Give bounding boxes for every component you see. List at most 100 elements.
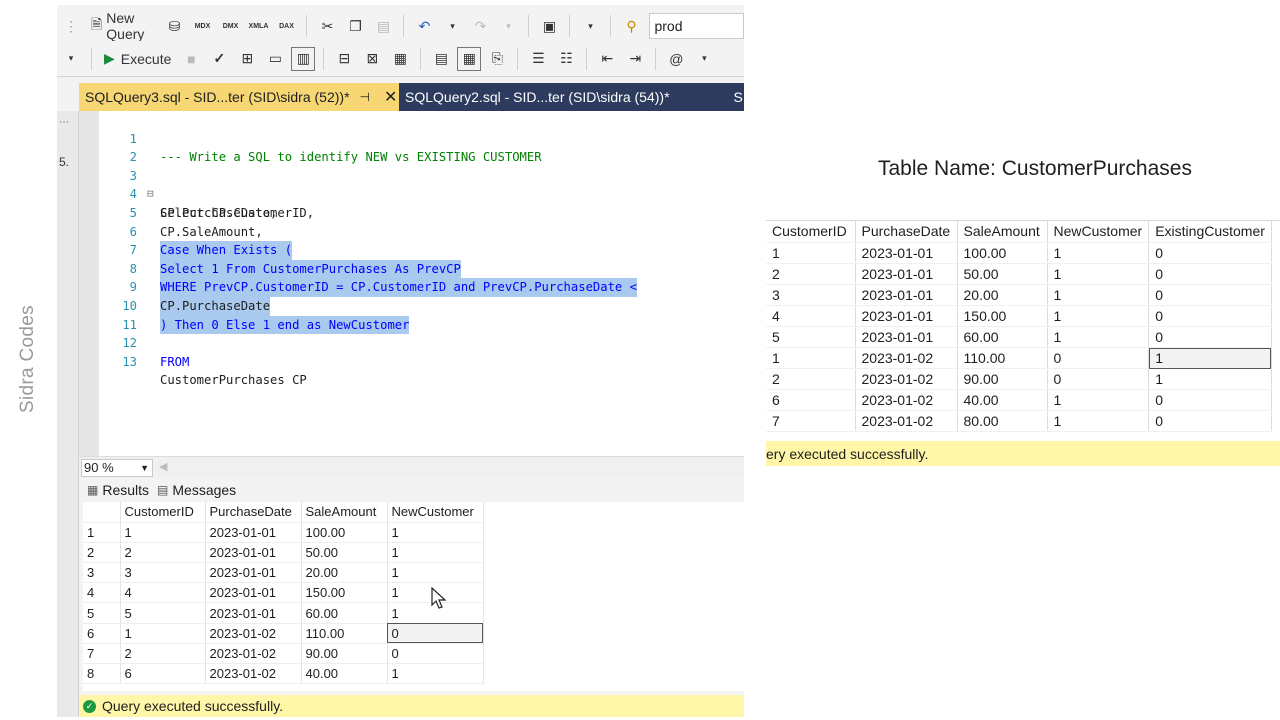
table-cell[interactable]: 2023-01-01 xyxy=(205,602,302,624)
row-number[interactable]: 8 xyxy=(83,663,121,685)
code-text: CustomerPurchases CP xyxy=(160,373,307,388)
results-grid[interactable]: CustomerID PurchaseDate SaleAmount NewCu… xyxy=(83,502,744,691)
table-cell: 0 xyxy=(1148,242,1272,264)
undo-dropdown-icon[interactable]: ▾ xyxy=(440,14,464,38)
mdx-icon[interactable]: MDX xyxy=(190,14,214,38)
overflow-icon[interactable]: ▾ xyxy=(692,47,716,71)
table-cell[interactable]: 60.00 xyxy=(301,602,388,624)
table-cell[interactable]: 1 xyxy=(387,663,484,685)
table-cell[interactable]: 90.00 xyxy=(301,643,388,665)
redo-dropdown-icon[interactable]: ▾ xyxy=(496,14,520,38)
cancel-query-icon[interactable]: ■ xyxy=(179,47,203,71)
column-header[interactable]: NewCustomer xyxy=(387,502,484,523)
row-number[interactable]: 5 xyxy=(83,602,121,624)
table-cell[interactable]: 5 xyxy=(120,602,206,624)
tab-sqlquery3[interactable]: SQLQuery3.sql - SID...ter (SID\sidra (52… xyxy=(79,83,399,111)
table-cell[interactable]: 2023-01-01 xyxy=(205,582,302,604)
cut-icon[interactable]: ✂ xyxy=(315,14,339,38)
table-cell[interactable]: 1 xyxy=(387,522,484,543)
table-cell[interactable]: 50.00 xyxy=(301,542,388,564)
estimated-plan-icon[interactable]: ⊞ xyxy=(235,47,259,71)
dax-icon[interactable]: DAX xyxy=(274,14,298,38)
specify-values-icon[interactable]: @ xyxy=(664,47,688,71)
code-line: 9 CP.PurchaseDate xyxy=(99,260,744,316)
undo-icon[interactable]: ↶ xyxy=(412,14,436,38)
row-number[interactable]: 7 xyxy=(83,643,121,665)
include-plan-icon[interactable]: ⊟ xyxy=(332,47,356,71)
solution-config-dropdown-icon[interactable]: ▾ xyxy=(578,14,602,38)
table-cell[interactable]: 2023-01-01 xyxy=(205,562,302,584)
new-query-icon: 🗎 xyxy=(91,16,103,32)
row-number[interactable]: 6 xyxy=(83,623,121,644)
zoom-select[interactable]: 90 % ▼ xyxy=(81,459,153,477)
tab-messages[interactable]: ▤ Messages xyxy=(157,482,236,498)
activity-monitor-icon[interactable]: ▣ xyxy=(537,14,561,38)
table-cell[interactable]: 0 xyxy=(387,643,484,665)
table-cell[interactable]: 1 xyxy=(387,562,484,584)
code-editor[interactable]: 1 --- Write a SQL to identify NEW vs EXI… xyxy=(79,111,744,456)
tab-results[interactable]: ▦ Results xyxy=(87,482,149,498)
row-number[interactable]: 4 xyxy=(83,582,121,604)
xmla-icon[interactable]: XMLA xyxy=(246,14,270,38)
close-icon[interactable]: ✕ xyxy=(384,87,397,107)
decrease-indent-icon[interactable]: ⇤ xyxy=(595,47,619,71)
column-header[interactable]: SaleAmount xyxy=(301,502,388,523)
table-cell[interactable]: 20.00 xyxy=(301,562,388,584)
pin-icon[interactable]: ⊣ xyxy=(360,90,370,104)
table-cell[interactable]: 2023-01-01 xyxy=(205,542,302,564)
increase-indent-icon[interactable]: ⇥ xyxy=(623,47,647,71)
results-tab-bar: ▦ Results ▤ Messages xyxy=(79,478,744,502)
column-header[interactable]: CustomerID xyxy=(120,502,206,523)
results-to-grid-icon[interactable]: ▦ xyxy=(457,46,482,71)
database-engine-query-icon[interactable]: ⛁ xyxy=(162,14,186,38)
table-cell: 3 xyxy=(766,284,856,306)
comment-icon[interactable]: ☰ xyxy=(526,47,550,71)
tab-sqlquery2[interactable]: SQLQuery2.sql - SID...ter (SID\sidra (54… xyxy=(399,83,676,111)
table-cell[interactable]: 40.00 xyxy=(301,663,388,685)
table-cell[interactable]: 1 xyxy=(120,522,206,543)
row-number[interactable]: 3 xyxy=(83,562,121,584)
table-cell[interactable]: 2023-01-02 xyxy=(205,663,302,685)
results-to-file-icon[interactable]: ⎘ xyxy=(485,47,509,71)
selected-cell[interactable]: 0 xyxy=(387,623,484,644)
table-cell[interactable]: 2023-01-02 xyxy=(205,643,302,665)
table-cell[interactable]: 2023-01-01 xyxy=(205,522,302,543)
execute-button[interactable]: ▶ Execute xyxy=(100,47,175,71)
table-cell[interactable]: 150.00 xyxy=(301,582,388,604)
table-cell[interactable]: 2 xyxy=(120,643,206,665)
row-number[interactable]: 1 xyxy=(83,522,121,543)
results-to-text-icon[interactable]: ▤ xyxy=(429,47,453,71)
tab-overflow[interactable]: S xyxy=(728,83,744,111)
table-cell[interactable]: 6 xyxy=(120,663,206,685)
table-cell: 0 xyxy=(1148,326,1272,349)
find-icon[interactable]: ⚲ xyxy=(619,14,643,38)
client-stats-icon[interactable]: ▦ xyxy=(388,47,412,71)
query-options-icon[interactable]: ▭ xyxy=(263,47,287,71)
table-row: 2 2 2023-01-01 50.00 1 xyxy=(83,542,484,564)
uncomment-icon[interactable]: ☷ xyxy=(554,47,578,71)
dmx-icon[interactable]: DMX xyxy=(218,14,242,38)
scroll-left-icon[interactable]: ◀ xyxy=(159,460,167,473)
table-cell[interactable]: 1 xyxy=(120,623,206,644)
redo-icon[interactable]: ↷ xyxy=(468,14,492,38)
table-cell[interactable]: 2023-01-02 xyxy=(205,623,302,644)
copy-icon[interactable]: ❐ xyxy=(343,14,367,38)
parse-checkmark-icon[interactable]: ✓ xyxy=(207,47,231,71)
table-cell[interactable]: 1 xyxy=(387,542,484,564)
row-number[interactable]: 2 xyxy=(83,542,121,564)
tab-results-label: Results xyxy=(102,482,150,498)
table-cell[interactable]: 2 xyxy=(120,542,206,564)
live-stats-icon[interactable]: ⊠ xyxy=(360,47,384,71)
table-cell[interactable]: 100.00 xyxy=(301,522,388,543)
toolbar-dropdown-icon[interactable]: ▾ xyxy=(59,47,83,71)
column-header[interactable]: PurchaseDate xyxy=(205,502,302,523)
paste-icon[interactable]: ▤ xyxy=(371,14,395,38)
table-cell[interactable]: 4 xyxy=(120,582,206,604)
new-query-button[interactable]: 🗎 New Query xyxy=(87,10,158,42)
table-cell[interactable]: 3 xyxy=(120,562,206,584)
results-to-icon[interactable]: ▥ xyxy=(291,46,316,71)
table-cell[interactable]: 110.00 xyxy=(301,623,388,644)
toolbar-separator xyxy=(306,15,308,37)
table-cell: 0 xyxy=(1047,347,1150,370)
database-select[interactable]: prod xyxy=(649,13,744,39)
